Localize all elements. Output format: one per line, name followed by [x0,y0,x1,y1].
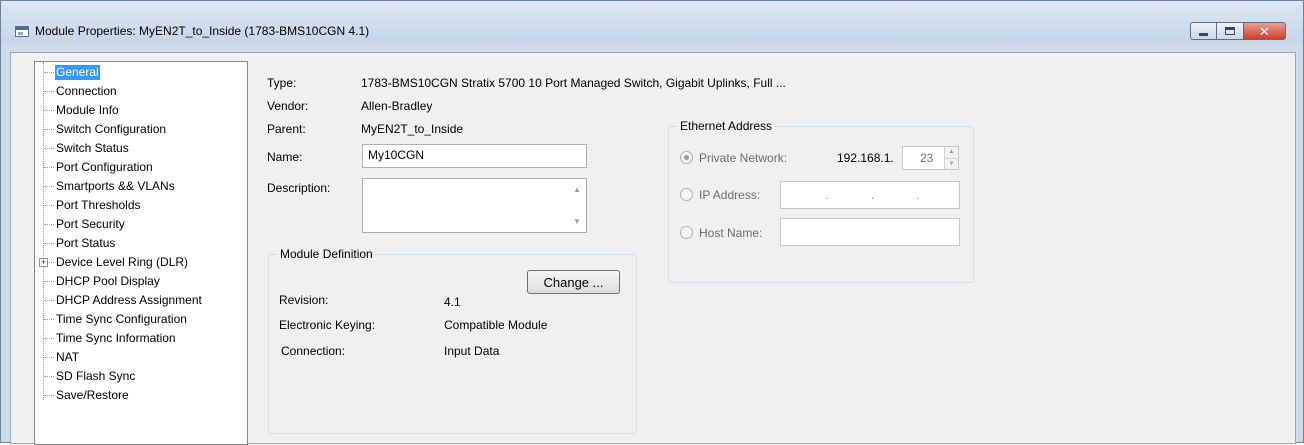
stepper-up-icon[interactable]: ▲ [945,147,958,158]
type-label: Type: [267,76,297,90]
host-name-field[interactable] [780,218,960,246]
electronic-keying-label: Electronic Keying: [279,318,376,332]
tree-item-port-configuration[interactable]: Port Configuration [39,160,154,179]
general-page: Type: 1783-BMS10CGN Stratix 5700 10 Port… [240,53,1297,445]
tree-item-label: Time Sync Configuration [56,312,187,326]
tree-item-sd-flash-sync[interactable]: SD Flash Sync [39,369,136,388]
connection-value: Input Data [444,344,500,358]
tree-item-port-security[interactable]: Port Security [39,217,126,236]
revision-value: 4.1 [444,295,461,309]
ip-address-field[interactable]: . . . [780,181,960,209]
window-app-icon [15,26,29,37]
tree-item-port-status[interactable]: Port Status [39,236,116,255]
close-icon: ✕ [1259,23,1270,39]
private-network-radio[interactable] [680,151,693,164]
vendor-value: Allen-Bradley [361,99,433,113]
tree-item-smartports-vlans[interactable]: Smartports && VLANs [39,179,176,198]
tree-item-label: Device Level Ring (DLR) [56,255,189,269]
host-name-radio[interactable] [680,226,693,239]
tree-item-dhcp-address-assignment[interactable]: DHCP Address Assignment [39,293,203,312]
host-name-label: Host Name: [699,226,763,240]
tree-item-label: Switch Status [56,141,129,155]
electronic-keying-value: Compatible Module [444,318,548,332]
tree-item-label: Module Info [56,103,119,117]
tree-item-label: Save/Restore [56,388,129,402]
tree-item-device-level-ring[interactable]: + Device Level Ring (DLR) [39,255,189,274]
ip-address-label: IP Address: [699,188,761,202]
tree-item-switch-configuration[interactable]: Switch Configuration [39,122,167,141]
caption-buttons: ✕ [1190,22,1286,40]
private-network-octet-value: 23 [920,151,934,165]
description-scrollbar[interactable]: ▲ ▼ [569,179,586,232]
tree-item-label: Port Status [56,236,116,250]
connection-label: Connection: [281,344,346,358]
minimize-icon [1199,32,1208,36]
description-label: Description: [267,181,331,195]
tree-item-label: General [55,65,100,80]
tree-item-label: Time Sync Information [56,331,176,345]
type-value: 1783-BMS10CGN Stratix 5700 10 Port Manag… [361,76,786,90]
description-field[interactable]: ▲ ▼ [362,178,587,233]
revision-label: Revision: [279,293,329,307]
name-field[interactable]: My10CGN [362,144,587,168]
tree-item-general[interactable]: General [39,65,100,84]
ethernet-address-group: Ethernet Address Private Network: 192.16… [668,119,974,283]
vendor-label: Vendor: [267,99,309,113]
module-definition-group: Module Definition Change ... Revision: 4… [268,247,637,434]
tree-item-time-sync-information[interactable]: Time Sync Information [39,331,177,350]
name-label: Name: [267,150,303,164]
tree-item-module-info[interactable]: Module Info [39,103,120,122]
parent-value: MyEN2T_to_Inside [361,122,464,136]
maximize-icon [1225,27,1235,35]
tree-item-switch-status[interactable]: Switch Status [39,141,130,160]
tree-item-label: DHCP Pool Display [56,274,160,288]
private-network-label: Private Network: [699,151,788,165]
tree-item-connection[interactable]: Connection [39,84,118,103]
ip-address-radio[interactable] [680,188,693,201]
minimize-button[interactable] [1190,22,1217,40]
tree-item-label: Port Security [56,217,125,231]
module-properties-window: Module Properties: MyEN2T_to_Inside (178… [0,0,1304,445]
tree-item-label: DHCP Address Assignment [56,293,202,307]
change-button[interactable]: Change ... [527,270,620,294]
scroll-up-icon[interactable]: ▲ [573,185,581,194]
tree-item-label: Connection [56,84,117,98]
window-title: Module Properties: MyEN2T_to_Inside (178… [35,24,370,38]
tree-item-label: Port Thresholds [56,198,141,212]
expand-plus-icon[interactable]: + [39,258,48,267]
tree-item-dhcp-pool-display[interactable]: DHCP Pool Display [39,274,161,293]
title-bar[interactable]: Module Properties: MyEN2T_to_Inside (178… [1,1,1303,43]
tree-item-label: NAT [56,350,80,364]
module-definition-title: Module Definition [278,247,375,261]
ethernet-address-title: Ethernet Address [678,119,775,133]
category-tree[interactable]: General Connection Module Info Switch Co… [34,61,248,445]
tree-item-label: SD Flash Sync [56,369,136,383]
tree-item-label: Smartports && VLANs [56,179,175,193]
private-network-octet-stepper[interactable]: 23 ▲ ▼ [902,146,959,170]
close-button[interactable]: ✕ [1244,22,1286,40]
private-network-prefix: 192.168.1. [837,151,894,165]
dialog-client-area: General Connection Module Info Switch Co… [10,52,1297,445]
tree-item-nat[interactable]: NAT [39,350,80,369]
stepper-buttons[interactable]: ▲ ▼ [944,147,958,169]
tree-item-time-sync-configuration[interactable]: Time Sync Configuration [39,312,188,331]
scroll-down-icon[interactable]: ▼ [573,217,581,226]
tree-item-label: Port Configuration [56,160,153,174]
tree-item-save-restore[interactable]: Save/Restore [39,388,130,407]
parent-label: Parent: [267,122,306,136]
tree-item-port-thresholds[interactable]: Port Thresholds [39,198,142,217]
maximize-button[interactable] [1217,22,1244,40]
tree-item-label: Switch Configuration [56,122,167,136]
stepper-down-icon[interactable]: ▼ [945,158,958,169]
